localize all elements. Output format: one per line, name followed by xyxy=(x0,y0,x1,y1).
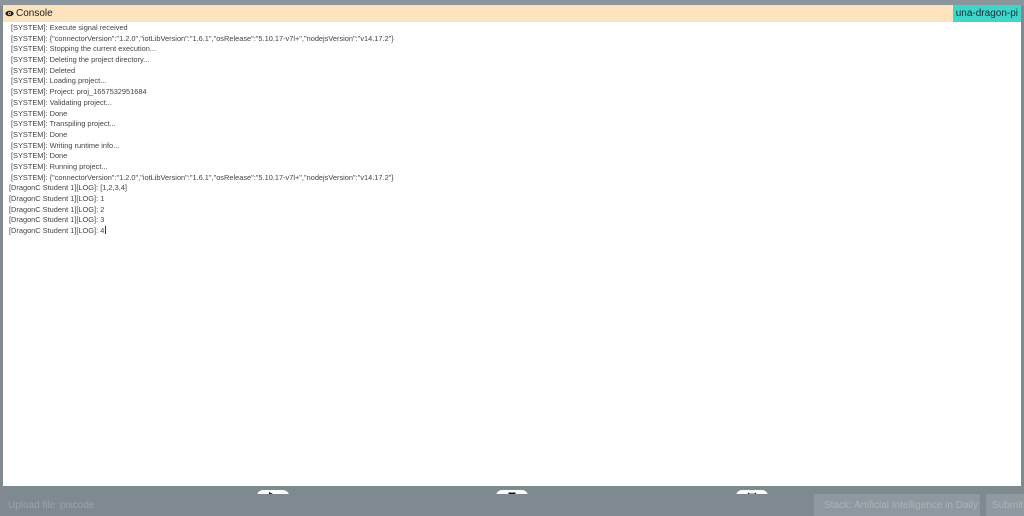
console-log-line: [DragonC Student 1][LOG]: 1 xyxy=(9,194,1009,205)
console-log-line: [SYSTEM]: Done xyxy=(9,130,1009,141)
console-log-text: [SYSTEM]: Loading project... xyxy=(11,76,107,86)
file-name: pixcode xyxy=(60,500,95,511)
console-log-line: [SYSTEM]: Deleted xyxy=(9,66,1009,77)
console-log-text: [SYSTEM]: Done xyxy=(11,129,68,139)
console-log-line: [SYSTEM]: Done xyxy=(9,151,1009,162)
console-log-line: [DragonC Student 1][LOG]: 3 xyxy=(9,215,1009,226)
console-log-line: [SYSTEM]: Writing runtime info... xyxy=(9,141,1009,152)
console-log-text: [SYSTEM]: Done xyxy=(11,108,68,118)
console-log-line: [SYSTEM]: Loading project... xyxy=(9,76,1009,87)
console-log-text: [SYSTEM]: Validating project... xyxy=(11,97,112,107)
console-log-text: [SYSTEM]: Deleting the project directory… xyxy=(11,55,150,65)
console-log-text: [SYSTEM]: Stopping the current execution… xyxy=(11,44,157,54)
console-header: Console una-dragon-pi xyxy=(3,5,1021,22)
console-log-line: [SYSTEM]: Stopping the current execution… xyxy=(9,44,1009,55)
stack-select: Stack: Artificial Intelligence in Daily xyxy=(814,494,980,516)
console-log-line: [SYSTEM]: Execute signal received xyxy=(9,23,1009,34)
console-log-text: [DragonC Student 1][LOG]: [1,2,3,4] xyxy=(9,183,127,193)
console-log-text: [SYSTEM]: Execute signal received xyxy=(11,23,128,32)
console-panel: Console una-dragon-pi [SYSTEM]: Execute … xyxy=(3,5,1021,486)
console-log-text: [DragonC Student 1][LOG]: 4 xyxy=(9,226,105,236)
console-log-line: [SYSTEM]: Deleting the project directory… xyxy=(9,55,1009,66)
background-form-bar: Upload file pixcode Stack: Artificial In… xyxy=(0,494,1024,516)
console-log-line: [SYSTEM]: Project: proj_1657532951684 xyxy=(9,87,1009,98)
console-log-text: [SYSTEM]: Transpiling project... xyxy=(11,119,116,129)
console-log-line: [DragonC Student 1][LOG]: 2 xyxy=(9,205,1009,216)
text-cursor xyxy=(105,226,107,235)
console-log-line: [SYSTEM]: Running project... xyxy=(9,162,1009,173)
eye-icon xyxy=(5,10,14,17)
console-log-text: [SYSTEM]: Done xyxy=(11,151,68,161)
console-title: Console xyxy=(16,8,53,19)
console-log-line: [DragonC Student 1][LOG]: [1,2,3,4] xyxy=(9,183,1009,194)
console-log-text: [SYSTEM]: {"connectorVersion":"1.2.0","i… xyxy=(11,172,394,182)
submit-button: Submit xyxy=(986,494,1024,516)
console-log-text: [SYSTEM]: Writing runtime info... xyxy=(11,140,120,150)
console-log-text: [DragonC Student 1][LOG]: 2 xyxy=(9,204,105,214)
console-log: [SYSTEM]: Execute signal received [SYSTEM… xyxy=(9,23,1009,237)
device-badge[interactable]: una-dragon-pi xyxy=(952,5,1021,22)
console-log-line: [SYSTEM]: Transpiling project... xyxy=(9,119,1009,130)
console-log-text: [SYSTEM]: Running project... xyxy=(11,161,108,171)
upload-label: Upload file xyxy=(8,500,56,511)
console-log-line: [SYSTEM]: {"connectorVersion":"1.2.0","i… xyxy=(9,34,1009,45)
console-log-text: [DragonC Student 1][LOG]: 3 xyxy=(9,215,105,225)
console-log-line: [DragonC Student 1][LOG]: 4 xyxy=(9,226,1009,237)
console-log-text: [SYSTEM]: {"connectorVersion":"1.2.0","i… xyxy=(11,33,394,43)
console-log-line: [SYSTEM]: {"connectorVersion":"1.2.0","i… xyxy=(9,173,1009,184)
console-log-line: [SYSTEM]: Done xyxy=(9,109,1009,120)
console-log-text: [DragonC Student 1][LOG]: 1 xyxy=(9,194,105,203)
console-log-text: [SYSTEM]: Deleted xyxy=(11,65,76,75)
console-log-text: [SYSTEM]: Project: proj_1657532951684 xyxy=(11,87,147,97)
console-log-line: [SYSTEM]: Validating project... xyxy=(9,98,1009,109)
